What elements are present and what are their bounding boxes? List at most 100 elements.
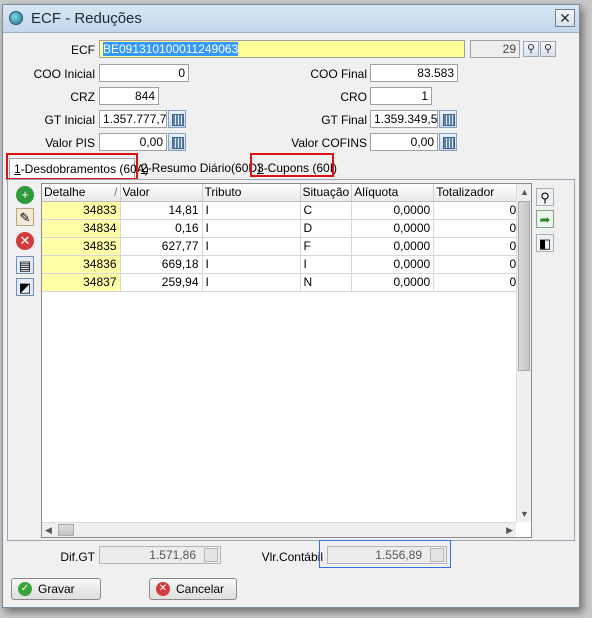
add-icon[interactable]: + — [16, 186, 34, 204]
calculator-icon[interactable] — [168, 133, 186, 151]
ecf-number-field[interactable]: 29 — [470, 40, 520, 58]
horizontal-scrollbar[interactable]: ◀ ▶ — [42, 522, 516, 537]
scroll-right-icon[interactable]: ▶ — [506, 525, 513, 536]
cell-situacao[interactable]: N — [300, 273, 353, 292]
table-row[interactable]: 34835 627,77 I F 0,0000 0 — [42, 237, 521, 256]
valor-cofins-field[interactable]: 0,00 — [370, 133, 438, 151]
scroll-left-icon[interactable]: ◀ — [45, 525, 52, 536]
eraser-icon[interactable]: ◧ — [536, 234, 554, 252]
coo-final-field[interactable]: 83.583 — [370, 64, 458, 82]
table-row[interactable]: 34834 0,16 I D 0,0000 0 — [42, 219, 521, 238]
edit-icon[interactable]: ✎ — [16, 208, 34, 226]
highlight-outline — [319, 540, 451, 568]
vertical-scrollbar[interactable]: ▲ ▼ — [516, 184, 531, 522]
delete-icon[interactable]: ✕ — [16, 232, 34, 250]
cell-tributo[interactable]: I — [202, 273, 301, 292]
tab-panel: + ✎ ✕ ▤ ◩ Detalhe / Valor Tributo Situaçã… — [7, 179, 575, 541]
cell-valor[interactable]: 14,81 — [120, 201, 203, 220]
table-row[interactable]: 34837 259,94 I N 0,0000 0 — [42, 273, 521, 292]
cell-valor[interactable]: 627,77 — [120, 237, 203, 256]
zoom-icon[interactable]: ⚲ — [536, 188, 554, 206]
cell-situacao[interactable]: F — [300, 237, 353, 256]
cell-aliquota[interactable]: 0,0000 — [351, 273, 435, 292]
col-header-detalhe[interactable]: Detalhe / — [42, 184, 121, 202]
tab-label: -Resumo Diário(60D) — [147, 161, 262, 175]
ecf-label: ECF — [71, 43, 95, 57]
coo-final-label: COO Final — [310, 67, 367, 81]
cro-field[interactable]: 1 — [370, 87, 432, 105]
highlight-outline — [6, 153, 138, 180]
crz-field[interactable]: 844 — [99, 87, 159, 105]
valor-pis-field[interactable]: 0,00 — [99, 133, 167, 151]
cell-valor[interactable]: 669,18 — [120, 255, 203, 274]
cell-tributo[interactable]: I — [202, 255, 301, 274]
scroll-thumb[interactable] — [518, 201, 530, 371]
export-icon[interactable]: ➦ — [536, 210, 554, 228]
lookup-icon[interactable]: ⚲ — [540, 41, 556, 57]
cell-detalhe[interactable]: 34837 — [42, 273, 121, 292]
col-header-totalizador[interactable]: Totalizador — [433, 184, 521, 202]
scroll-thumb[interactable] — [58, 524, 74, 536]
cancel-icon: ✕ — [156, 582, 170, 596]
gt-inicial-label: GT Inicial — [44, 113, 95, 127]
cell-aliquota[interactable]: 0,0000 — [351, 219, 435, 238]
cell-tributo[interactable]: I — [202, 219, 301, 238]
gt-inicial-field[interactable]: 1.357.777,72 — [99, 110, 167, 128]
cell-valor[interactable]: 259,94 — [120, 273, 203, 292]
cell-detalhe[interactable]: 34833 — [42, 201, 121, 220]
cell-totalizador[interactable]: 0 — [433, 219, 521, 238]
close-button[interactable]: ✕ — [555, 9, 575, 27]
valor-pis-label: Valor PIS — [45, 136, 95, 150]
col-header-situacao[interactable]: Situação — [300, 184, 353, 202]
cell-aliquota[interactable]: 0,0000 — [351, 237, 435, 256]
cell-situacao[interactable]: I — [300, 255, 353, 274]
detail-grid[interactable]: Detalhe / Valor Tributo Situação Alíquota… — [41, 183, 532, 538]
scroll-down-icon[interactable]: ▼ — [520, 509, 529, 519]
calculator-icon[interactable] — [439, 110, 457, 128]
highlight-outline — [250, 153, 334, 177]
dif-gt-field: 1.571,86 — [99, 546, 221, 564]
check-icon: ✓ — [18, 582, 32, 596]
grid-table: Detalhe / Valor Tributo Situação Alíquota… — [42, 184, 521, 292]
search-icon[interactable]: ⚲ — [523, 41, 539, 57]
cell-totalizador[interactable]: 0 — [433, 273, 521, 292]
grid-edit-icon[interactable]: ◩ — [16, 278, 34, 296]
col-header-valor[interactable]: Valor — [120, 184, 203, 202]
gravar-button[interactable]: ✓ Gravar — [11, 578, 101, 600]
cell-situacao[interactable]: C — [300, 201, 353, 220]
tab-resumo-diario[interactable]: 2-Resumo Diário(60D) — [137, 158, 261, 180]
scroll-up-icon[interactable]: ▲ — [520, 187, 529, 197]
ecf-field[interactable]: BE091310100011249063 — [99, 40, 465, 58]
col-header-tributo[interactable]: Tributo — [202, 184, 301, 202]
cancelar-label: Cancelar — [176, 582, 225, 596]
cell-aliquota[interactable]: 0,0000 — [351, 201, 435, 220]
cell-tributo[interactable]: I — [202, 237, 301, 256]
tab-key: 2 — [141, 161, 148, 175]
cell-detalhe[interactable]: 34836 — [42, 255, 121, 274]
cell-situacao[interactable]: D — [300, 219, 353, 238]
vlr-contabil-label: Vlr.Contábil — [261, 550, 323, 564]
table-row[interactable]: 34833 14,81 I C 0,0000 0 — [42, 201, 521, 220]
coo-inicial-field[interactable]: 0 — [99, 64, 189, 82]
title-bar[interactable]: ECF - Reduções ✕ — [3, 5, 579, 33]
ecf-value: BE091310100011249063 — [103, 42, 239, 56]
valor-cofins-label: Valor COFINS — [291, 136, 367, 150]
table-row[interactable]: 34836 669,18 I I 0,0000 0 — [42, 255, 521, 274]
cell-totalizador[interactable]: 0 — [433, 237, 521, 256]
cell-valor[interactable]: 0,16 — [120, 219, 203, 238]
cell-detalhe[interactable]: 34835 — [42, 237, 121, 256]
cancelar-button[interactable]: ✕ Cancelar — [149, 578, 237, 600]
cell-totalizador[interactable]: 0 — [433, 255, 521, 274]
col-header-aliquota[interactable]: Alíquota — [351, 184, 435, 202]
cell-tributo[interactable]: I — [202, 201, 301, 220]
cell-detalhe[interactable]: 34834 — [42, 219, 121, 238]
cell-totalizador[interactable]: 0 — [433, 201, 521, 220]
app-icon — [9, 11, 23, 25]
gt-final-field[interactable]: 1.359.349,58 — [370, 110, 438, 128]
cell-aliquota[interactable]: 0,0000 — [351, 255, 435, 274]
calculator-icon[interactable] — [168, 110, 186, 128]
form-view-icon[interactable]: ▤ — [16, 256, 34, 274]
grid-header-row: Detalhe / Valor Tributo Situação Alíquota… — [42, 184, 521, 202]
dif-gt-value: 1.571,86 — [149, 548, 196, 562]
calculator-icon[interactable] — [439, 133, 457, 151]
